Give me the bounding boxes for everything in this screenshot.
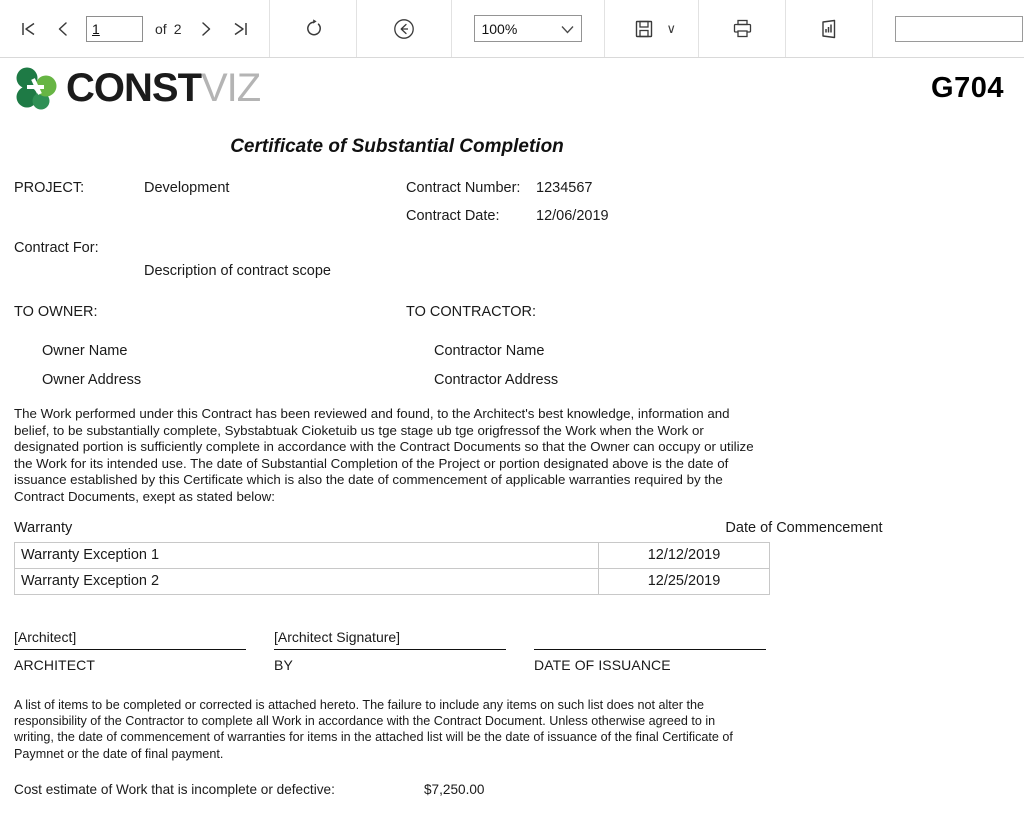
owner-address: Owner Address bbox=[42, 372, 142, 388]
warranty-table-headers: Warranty Date of Commencement bbox=[14, 520, 1010, 542]
report-document-page: CONSTVIZ G704 Certificate of Substantial… bbox=[0, 58, 1024, 813]
previous-page-icon[interactable] bbox=[46, 12, 80, 46]
printer-icon[interactable] bbox=[725, 12, 759, 46]
page-title: Certificate of Substantial Completion bbox=[230, 136, 564, 157]
date-cell: 12/25/2019 bbox=[598, 567, 770, 595]
project-label: PROJECT: bbox=[14, 180, 85, 196]
export-group bbox=[786, 0, 873, 57]
date-column-header: Date of Commencement bbox=[725, 519, 883, 536]
date-of-issuance-caption: DATE OF ISSUANCE bbox=[534, 656, 671, 673]
date-cell: 12/12/2019 bbox=[598, 541, 770, 569]
export-data-icon[interactable] bbox=[812, 12, 846, 46]
signature-block-by: [Architect Signature] BY bbox=[274, 629, 534, 673]
contractor-address: Contractor Address bbox=[434, 372, 559, 388]
save-dropdown-caret[interactable]: ∨ bbox=[666, 21, 676, 37]
contract-date-row: Contract Date: 12/06/2019 bbox=[14, 208, 1010, 224]
project-value: Development bbox=[144, 180, 230, 196]
warranty-cell: Warranty Exception 1 bbox=[14, 541, 599, 569]
contract-number-value: 1234567 bbox=[536, 180, 593, 196]
contract-for-value: Description of contract scope bbox=[144, 263, 331, 279]
contract-date-value: 12/06/2019 bbox=[536, 208, 609, 224]
cost-estimate-row: Cost estimate of Work that is incomplete… bbox=[0, 782, 1024, 797]
brand-logo: CONSTVIZ bbox=[14, 66, 261, 110]
contract-date-cell: Contract Date: 12/06/2019 bbox=[406, 208, 1010, 224]
to-owner-label: TO OWNER: bbox=[14, 304, 98, 320]
architect-signature-name: [Architect Signature] bbox=[274, 628, 401, 645]
document-header: CONSTVIZ G704 bbox=[0, 58, 1024, 110]
table-row: Warranty Exception 2 12/25/2019 bbox=[14, 567, 770, 595]
warranty-table: Warranty Exception 1 12/12/2019 Warranty… bbox=[14, 541, 770, 595]
signature-section: [Architect] ARCHITECT [Architect Signatu… bbox=[0, 629, 1024, 673]
page-count-label: 2 bbox=[173, 20, 182, 37]
find-input[interactable] bbox=[895, 15, 1023, 42]
clover-logo-icon bbox=[14, 66, 60, 110]
zoom-value-label: 100% bbox=[481, 20, 518, 37]
first-page-icon[interactable] bbox=[12, 12, 46, 46]
contractor-name: Contractor Name bbox=[434, 343, 545, 359]
signature-rule bbox=[14, 648, 246, 650]
signature-rule bbox=[274, 648, 506, 650]
save-group: ∨ bbox=[605, 0, 699, 57]
cost-estimate-label: Cost estimate of Work that is incomplete… bbox=[14, 782, 335, 798]
back-arrow-icon[interactable] bbox=[387, 12, 421, 46]
next-page-icon[interactable] bbox=[189, 12, 223, 46]
warranty-column-header: Warranty bbox=[14, 519, 73, 536]
by-caption: BY bbox=[274, 656, 293, 673]
date-of-issuance-value bbox=[534, 629, 772, 648]
save-disk-icon[interactable] bbox=[627, 12, 661, 46]
parties-header-row: TO OWNER: TO CONTRACTOR: bbox=[14, 304, 1010, 320]
architect-name: [Architect] bbox=[14, 628, 77, 645]
project-row: PROJECT: Development Contract Number: 12… bbox=[14, 180, 1010, 196]
logo-wordmark: CONSTVIZ bbox=[66, 66, 261, 110]
contract-number-cell: Contract Number: 1234567 bbox=[406, 180, 1010, 196]
certificate-body-paragraph: The Work performed under this Contract h… bbox=[14, 406, 754, 504]
find-group: Find | Next bbox=[873, 0, 1024, 57]
zoom-group: 100% bbox=[452, 0, 606, 57]
form-code-label: G704 bbox=[931, 71, 1004, 104]
last-page-icon[interactable] bbox=[223, 12, 257, 46]
parties-name-row: Owner Name Contractor Name bbox=[14, 343, 1010, 359]
to-contractor-label: TO CONTRACTOR: bbox=[406, 304, 536, 320]
logo-text-primary: CONST bbox=[66, 66, 202, 110]
report-viewer-toolbar: of 2 100% ∨ bbox=[0, 0, 1024, 58]
architect-caption: ARCHITECT bbox=[14, 656, 96, 673]
signature-block-date: DATE OF ISSUANCE bbox=[534, 629, 772, 673]
project-info-block: PROJECT: Development Contract Number: 12… bbox=[0, 180, 1024, 224]
owner-name: Owner Name bbox=[42, 343, 128, 359]
zoom-select[interactable]: 100% bbox=[474, 15, 583, 42]
signature-block-architect: [Architect] ARCHITECT bbox=[14, 629, 274, 673]
refresh-icon[interactable] bbox=[296, 12, 330, 46]
page-number-input[interactable] bbox=[86, 15, 143, 42]
contract-for-block: Contract For: Description of contract sc… bbox=[0, 240, 1024, 279]
table-row: Warranty Exception 1 12/12/2019 bbox=[14, 541, 770, 569]
logo-text-secondary: VIZ bbox=[201, 66, 261, 110]
back-group bbox=[357, 0, 453, 57]
print-group bbox=[699, 0, 786, 57]
fine-print-paragraph: A list of items to be completed or corre… bbox=[14, 697, 733, 761]
parties-block: TO OWNER: TO CONTRACTOR: Owner Name Cont… bbox=[0, 304, 1024, 388]
page-of-label: of bbox=[155, 20, 167, 37]
warranty-cell: Warranty Exception 2 bbox=[14, 567, 599, 595]
chevron-down-icon bbox=[561, 21, 574, 37]
pagination-group: of 2 bbox=[0, 0, 271, 57]
cost-estimate-value: $7,250.00 bbox=[424, 782, 485, 798]
signature-rule bbox=[534, 648, 766, 650]
refresh-group bbox=[270, 0, 358, 57]
project-cell: PROJECT: Development bbox=[14, 180, 406, 196]
contract-number-label: Contract Number: bbox=[406, 180, 521, 196]
warranty-table-section: Warranty Date of Commencement Warranty E… bbox=[0, 520, 1024, 595]
parties-address-row: Owner Address Contractor Address bbox=[14, 372, 1010, 388]
contract-date-label: Contract Date: bbox=[406, 208, 500, 224]
contract-for-label: Contract For: bbox=[14, 240, 99, 256]
